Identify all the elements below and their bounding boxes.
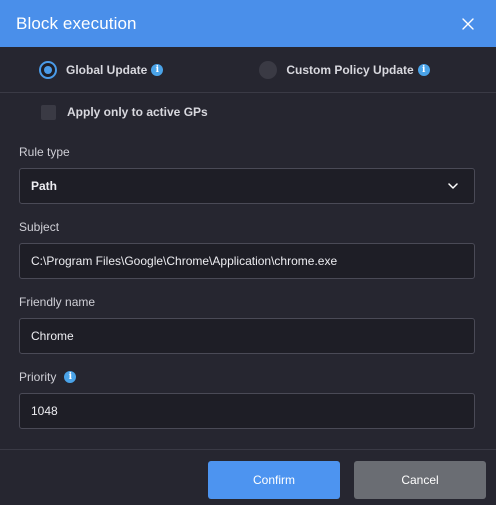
confirm-button[interactable]: Confirm (208, 461, 340, 499)
apply-active-row: Apply only to active GPs (0, 93, 496, 131)
priority-info-icon[interactable]: i (64, 371, 77, 383)
subject-value: C:\Program Files\Google\Chrome\Applicati… (31, 254, 338, 268)
global-update-option[interactable]: Global Update i (39, 60, 164, 79)
dialog-header: Block execution (0, 0, 496, 47)
friendly-name-label: Friendly name (19, 295, 96, 309)
friendly-name-value: Chrome (31, 329, 74, 343)
priority-value: 1048 (31, 404, 58, 418)
close-button[interactable] (458, 14, 478, 34)
cancel-button[interactable]: Cancel (354, 461, 486, 499)
dialog-footer: Confirm Cancel (0, 449, 496, 505)
close-icon (462, 17, 474, 30)
custom-policy-update-radio[interactable] (259, 60, 278, 79)
rule-type-select[interactable]: Path (19, 168, 475, 204)
global-update-radio[interactable] (39, 60, 57, 79)
chevron-down-icon (448, 183, 458, 189)
custom-policy-info-icon[interactable]: i (417, 63, 430, 76)
priority-label-row: Priority i (19, 370, 475, 384)
rule-type-value: Path (31, 179, 58, 193)
friendly-name-input[interactable]: Chrome (19, 318, 475, 354)
global-update-label: Global Update (66, 62, 148, 77)
rule-type-label: Rule type (19, 145, 70, 159)
subject-input[interactable]: C:\Program Files\Google\Chrome\Applicati… (19, 243, 475, 279)
custom-policy-update-option[interactable]: Custom Policy Update i (259, 60, 430, 79)
block-execution-dialog: Block execution Global Update i Custom P… (0, 0, 496, 505)
radio-selected-dot (44, 65, 52, 74)
custom-policy-update-label: Custom Policy Update (286, 62, 414, 77)
apply-active-checkbox[interactable] (41, 104, 56, 120)
priority-input[interactable]: 1048 (19, 393, 475, 429)
rule-form: Rule type Path Subject C:\Program Files\… (0, 131, 496, 429)
dialog-title: Block execution (16, 13, 137, 33)
subject-label: Subject (19, 220, 60, 234)
apply-active-label: Apply only to active GPs (67, 105, 208, 119)
priority-label: Priority (19, 370, 57, 384)
global-update-info-icon[interactable]: i (151, 63, 164, 76)
update-type-row: Global Update i Custom Policy Update i (0, 47, 496, 93)
